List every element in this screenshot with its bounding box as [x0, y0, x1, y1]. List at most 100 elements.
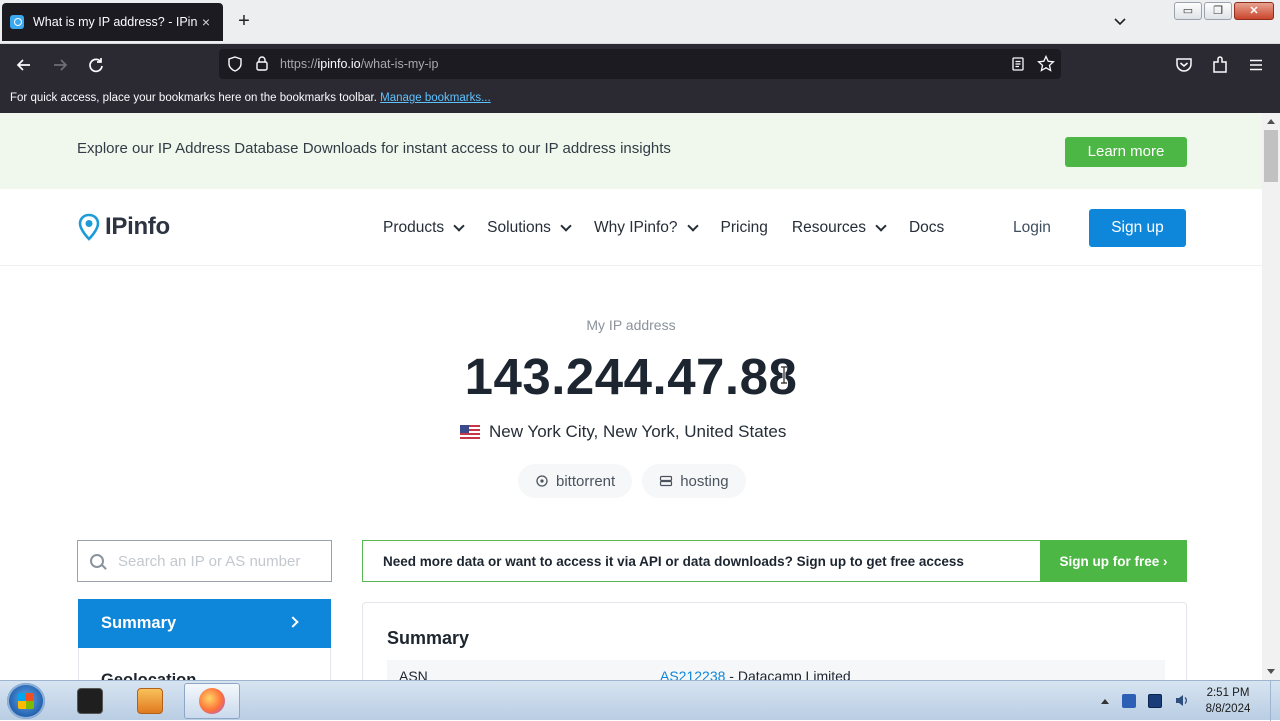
- bittorrent-icon: [536, 475, 548, 487]
- os-taskbar: 2:51 PM 8/8/2024: [0, 680, 1280, 721]
- forward-icon[interactable]: [49, 54, 71, 76]
- learn-more-button[interactable]: Learn more: [1065, 137, 1187, 167]
- chevron-down-icon: [453, 220, 465, 232]
- manage-bookmarks-link[interactable]: Manage bookmarks...: [380, 92, 491, 104]
- extensions-icon[interactable]: [1209, 54, 1231, 76]
- signup-button[interactable]: Sign up: [1089, 209, 1186, 247]
- bookmarks-hint: For quick access, place your bookmarks h…: [10, 92, 377, 104]
- minimize-icon: ▭: [1182, 5, 1194, 17]
- menu-pricing[interactable]: Pricing: [721, 219, 768, 237]
- new-tab-button[interactable]: +: [232, 10, 256, 34]
- menu-label: Why IPinfo?: [593, 219, 678, 236]
- system-tray: [1100, 693, 1189, 708]
- ip-label: My IP address: [586, 317, 676, 333]
- url-protocol: https://: [280, 57, 318, 71]
- bookmarks-toolbar: For quick access, place your bookmarks h…: [0, 84, 1280, 113]
- menu-label: Solutions: [487, 219, 551, 236]
- show-hidden-icons-icon[interactable]: [1100, 697, 1110, 705]
- menu-solutions[interactable]: Solutions: [487, 219, 572, 237]
- scrollbar-thumb[interactable]: [1264, 130, 1278, 182]
- clock-time: 2:51 PM: [1206, 687, 1250, 699]
- tracking-protection-shield-icon[interactable]: [227, 56, 243, 72]
- terminal-icon: [77, 688, 103, 714]
- ip-address: 143.244.47.88: [464, 348, 798, 405]
- tab-close-icon[interactable]: ×: [197, 14, 215, 30]
- minimize-button[interactable]: ▭: [1174, 2, 1202, 20]
- location-pin-icon: [78, 213, 100, 241]
- window-controls: ▭ ❐ ✕: [1174, 2, 1274, 20]
- location-text: New York City, New York, United States: [489, 422, 787, 441]
- menu-products[interactable]: Products: [383, 219, 465, 237]
- chevron-down-icon: [686, 220, 699, 232]
- sidebar-item-label: Summary: [101, 614, 177, 632]
- tag-label: hosting: [680, 472, 729, 490]
- tab-strip: What is my IP address? - IPinfo.io × + ▭…: [0, 0, 1280, 44]
- tag-label: bittorrent: [556, 472, 616, 490]
- menu-label: Pricing: [720, 219, 768, 236]
- menu-label: Docs: [908, 219, 945, 236]
- logo-wordmark: IPinfo: [105, 213, 170, 240]
- site-header: IPinfo Products Solutions Why IPinfo? Pr…: [0, 189, 1262, 266]
- ip-tags: bittorrent hosting: [518, 464, 746, 498]
- table-row: ASN AS212238 - Datacamp Limited: [387, 660, 1165, 680]
- close-icon: ✕: [1249, 5, 1259, 17]
- scroll-up-icon[interactable]: [1266, 117, 1276, 125]
- address-bar[interactable]: https://ipinfo.io/what-is-my-ip: [219, 49, 1061, 79]
- tag-hosting[interactable]: hosting: [642, 464, 746, 498]
- asn-link[interactable]: AS212238: [660, 668, 725, 680]
- monitor-tray-icon[interactable]: [1148, 693, 1162, 708]
- scroll-down-icon[interactable]: [1266, 668, 1276, 676]
- url-path: /what-is-my-ip: [360, 57, 439, 71]
- lock-icon[interactable]: [254, 55, 270, 72]
- ip-location: New York City, New York, United States: [460, 422, 786, 442]
- security-tray-icon[interactable]: [1122, 693, 1136, 708]
- volume-icon[interactable]: [1174, 693, 1189, 708]
- list-all-tabs-icon[interactable]: [1110, 12, 1130, 32]
- navigation-toolbar: https://ipinfo.io/what-is-my-ip: [0, 44, 1280, 84]
- ip-search-input[interactable]: Search an IP or AS number: [77, 540, 332, 582]
- taskbar-terminal[interactable]: [62, 683, 118, 719]
- taskbar-firefox[interactable]: [184, 683, 240, 719]
- ipinfo-logo[interactable]: IPinfo: [78, 213, 170, 241]
- system-clock[interactable]: 2:51 PM 8/8/2024: [1200, 685, 1256, 717]
- url-host: ipinfo.io: [317, 57, 361, 71]
- row-value: AS212238 - Datacamp Limited: [660, 668, 851, 680]
- close-window-button[interactable]: ✕: [1234, 2, 1274, 20]
- media-player-icon: [137, 688, 163, 714]
- bookmark-star-icon[interactable]: [1037, 55, 1055, 73]
- hamburger-menu-icon[interactable]: [1245, 54, 1267, 76]
- signup-free-button[interactable]: Sign up for free ›: [1040, 540, 1187, 582]
- web-page: Explore our IP Address Database Download…: [0, 113, 1262, 680]
- login-link[interactable]: Login: [1013, 219, 1051, 237]
- back-icon[interactable]: [13, 54, 35, 76]
- pocket-icon[interactable]: [1173, 54, 1195, 76]
- us-flag-icon: [460, 425, 480, 439]
- sidebar-item-summary[interactable]: Summary: [78, 599, 331, 648]
- show-desktop-button[interactable]: [1270, 681, 1280, 721]
- firefox-icon: [199, 688, 225, 714]
- promo-text: Explore our IP Address Database Download…: [77, 140, 671, 157]
- reader-view-icon[interactable]: [1010, 56, 1026, 72]
- signup-cta-banner: Need more data or want to access it via …: [362, 540, 1187, 582]
- cta-text: Need more data or want to access it via …: [383, 553, 964, 569]
- server-icon: [660, 475, 673, 487]
- sidebar-item-geolocation[interactable]: Geolocation: [101, 671, 196, 680]
- menu-label: Products: [383, 219, 445, 236]
- text-cursor-icon: [781, 366, 787, 384]
- menu-docs[interactable]: Docs: [909, 219, 944, 237]
- url-text[interactable]: https://ipinfo.io/what-is-my-ip: [280, 57, 438, 71]
- start-button[interactable]: [7, 683, 45, 719]
- menu-why-ipinfo[interactable]: Why IPinfo?: [593, 219, 699, 237]
- tag-bittorrent[interactable]: bittorrent: [518, 464, 633, 498]
- summary-title: Summary: [387, 628, 470, 648]
- chevron-down-icon: [560, 220, 572, 232]
- menu-label: Resources: [791, 219, 866, 236]
- asn-org: - Datacamp Limited: [725, 668, 851, 680]
- restore-button[interactable]: ❐: [1204, 2, 1232, 20]
- page-scrollbar[interactable]: [1262, 113, 1280, 680]
- taskbar-media-player[interactable]: [122, 683, 178, 719]
- menu-resources[interactable]: Resources: [791, 219, 887, 237]
- reload-icon[interactable]: [85, 54, 107, 76]
- browser-tab-active[interactable]: What is my IP address? - IPinfo.io ×: [2, 3, 223, 41]
- clock-date: 8/8/2024: [1205, 703, 1251, 715]
